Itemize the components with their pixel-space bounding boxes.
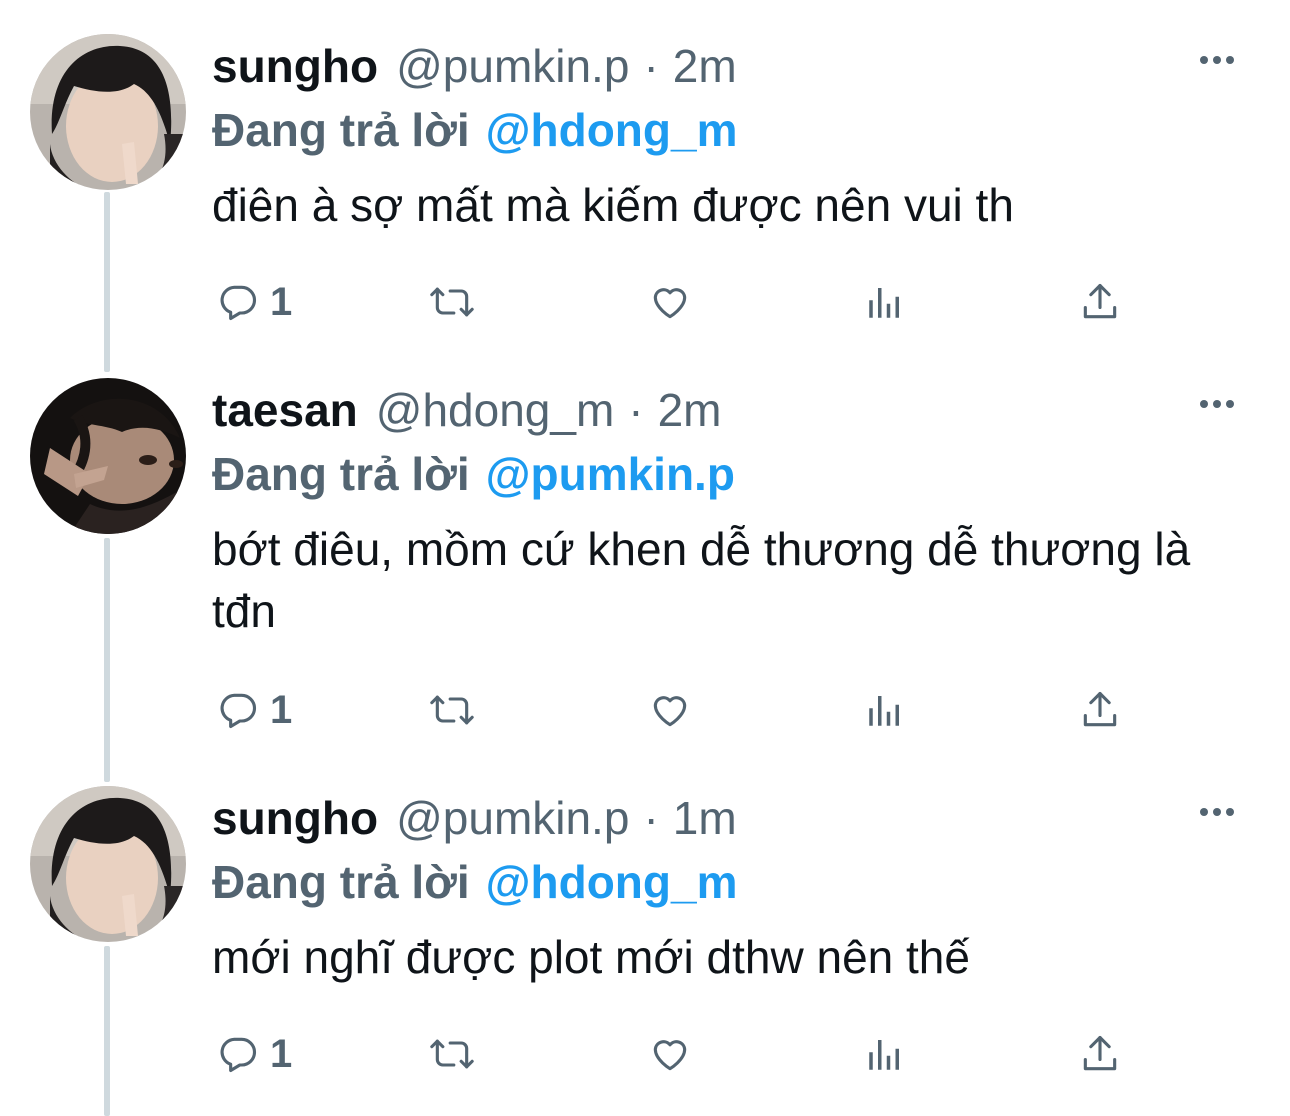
reply-prefix: Đang trả lời bbox=[212, 856, 470, 908]
retweet-button[interactable] bbox=[426, 680, 478, 740]
reply-count: 1 bbox=[270, 279, 293, 324]
action-bar: 1 bbox=[212, 680, 1132, 740]
analytics-icon bbox=[869, 1040, 899, 1070]
like-icon bbox=[653, 288, 687, 319]
more-icon[interactable] bbox=[1200, 808, 1234, 816]
reply-target-link[interactable]: @hdong_m bbox=[486, 103, 738, 157]
user-handle[interactable]: @hdong_m bbox=[376, 383, 615, 437]
thread-connector bbox=[104, 192, 110, 372]
user-handle[interactable]: @pumkin.p bbox=[396, 791, 629, 845]
share-icon bbox=[1083, 691, 1117, 727]
reply-button[interactable]: 1 bbox=[216, 1024, 292, 1084]
separator-dot: · bbox=[643, 792, 659, 844]
reply-button[interactable]: 1 bbox=[216, 680, 292, 740]
retweet-icon bbox=[430, 695, 474, 725]
thread-connector bbox=[104, 946, 110, 1116]
reply-target-link[interactable]: @pumkin.p bbox=[486, 447, 735, 501]
avatar[interactable] bbox=[30, 786, 186, 942]
like-icon bbox=[653, 1040, 687, 1071]
share-icon bbox=[1083, 1035, 1117, 1071]
avatar[interactable] bbox=[30, 34, 186, 190]
timestamp[interactable]: 2m bbox=[658, 383, 722, 437]
reply-prefix: Đang trả lời bbox=[212, 104, 470, 156]
display-name[interactable]: taesan bbox=[212, 383, 358, 437]
like-icon bbox=[653, 696, 687, 727]
like-button[interactable] bbox=[646, 680, 694, 740]
timestamp[interactable]: 2m bbox=[673, 39, 737, 93]
reply-prefix: Đang trả lời bbox=[212, 448, 470, 500]
tweet-text: điên à sợ mất mà kiếm được nên vui th bbox=[212, 179, 1014, 231]
analytics-icon bbox=[869, 696, 899, 726]
retweet-icon bbox=[430, 1039, 474, 1069]
reply-target-link[interactable]: @hdong_m bbox=[486, 855, 738, 909]
analytics-icon bbox=[869, 288, 899, 318]
display-name[interactable]: sungho bbox=[212, 39, 378, 93]
action-bar: 1 bbox=[212, 272, 1132, 332]
like-button[interactable] bbox=[646, 272, 694, 332]
like-button[interactable] bbox=[646, 1024, 694, 1084]
reply-count: 1 bbox=[270, 687, 293, 732]
timestamp[interactable]: 1m bbox=[673, 791, 737, 845]
separator-dot: · bbox=[643, 40, 659, 92]
tweet-text: bớt điêu, mồm cứ khen dễ thương dễ thươn… bbox=[212, 523, 1191, 637]
retweet-button[interactable] bbox=[426, 272, 478, 332]
reply-icon bbox=[220, 1037, 257, 1073]
more-icon[interactable] bbox=[1200, 56, 1234, 64]
avatar[interactable] bbox=[30, 378, 186, 534]
analytics-button[interactable] bbox=[864, 1024, 906, 1084]
reply-button[interactable]: 1 bbox=[216, 272, 292, 332]
display-name[interactable]: sungho bbox=[212, 791, 378, 845]
replying-to: Đang trả lời @pumkin.p bbox=[212, 444, 735, 504]
analytics-button[interactable] bbox=[864, 272, 906, 332]
tweet-text: mới nghĩ được plot mới dthw nên thế bbox=[212, 931, 970, 983]
reply-icon bbox=[220, 285, 257, 321]
separator-dot: · bbox=[628, 384, 644, 436]
analytics-button[interactable] bbox=[864, 680, 906, 740]
share-button[interactable] bbox=[1078, 1024, 1122, 1084]
share-button[interactable] bbox=[1078, 680, 1122, 740]
reply-count: 1 bbox=[270, 1031, 293, 1076]
replying-to: Đang trả lời @hdong_m bbox=[212, 100, 737, 160]
retweet-icon bbox=[430, 287, 474, 317]
user-handle[interactable]: @pumkin.p bbox=[396, 39, 629, 93]
retweet-button[interactable] bbox=[426, 1024, 478, 1084]
share-button[interactable] bbox=[1078, 272, 1122, 332]
replying-to: Đang trả lời @hdong_m bbox=[212, 852, 737, 912]
share-icon bbox=[1083, 283, 1117, 319]
reply-icon bbox=[220, 693, 257, 729]
more-icon[interactable] bbox=[1200, 400, 1234, 408]
thread-connector bbox=[104, 538, 110, 782]
action-bar: 1 bbox=[212, 1024, 1132, 1084]
